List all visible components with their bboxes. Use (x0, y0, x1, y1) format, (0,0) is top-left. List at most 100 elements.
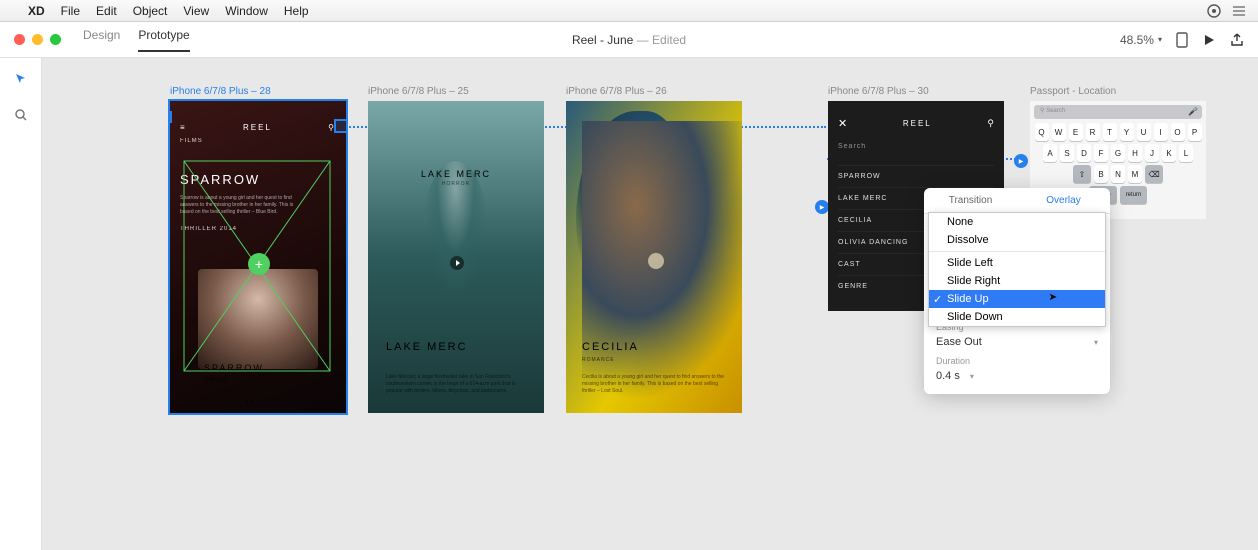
shift-key-icon: ⇧ (1073, 165, 1091, 183)
play-icon (450, 256, 464, 270)
cursor-icon: ➤ (1049, 292, 1057, 303)
key: Y (1120, 123, 1134, 141)
doc-status: Edited (652, 33, 686, 47)
menu-item: SPARROW (838, 165, 994, 187)
menu-file[interactable]: File (61, 4, 80, 18)
search-field: ⚲ Search 🎤 (1034, 105, 1202, 119)
key: I (1154, 123, 1168, 141)
key: N (1111, 165, 1125, 183)
artboard-label[interactable]: iPhone 6/7/8 Plus – 30 (828, 86, 1004, 97)
play-preview-icon[interactable] (1202, 33, 1216, 47)
close-icon: ✕ (838, 117, 847, 130)
macos-menubar: XD File Edit Object View Window Help (0, 0, 1258, 22)
menu-help[interactable]: Help (284, 4, 309, 18)
key: E (1069, 123, 1083, 141)
key: H (1128, 144, 1142, 162)
menu-object[interactable]: Object (133, 4, 168, 18)
dropdown-option[interactable]: None (929, 213, 1105, 231)
key: U (1137, 123, 1151, 141)
menu-edit[interactable]: Edit (96, 4, 117, 18)
artboard-26[interactable]: iPhone 6/7/8 Plus – 26 CECILIA ROMANCE C… (566, 86, 742, 413)
film-sub-top: HORROR (368, 181, 544, 187)
artboard-28[interactable]: iPhone 6/7/8 Plus – 28 ≡ REEL ⚲ FILMS SP… (170, 86, 346, 413)
dropdown-option[interactable]: Dissolve (929, 231, 1105, 249)
wire-node[interactable] (1014, 154, 1028, 168)
dropdown-option-selected[interactable]: Slide Up ➤ (929, 290, 1105, 308)
keyboard-row: A S D F G H J K L (1034, 144, 1202, 162)
key: S (1060, 144, 1074, 162)
select-tool-icon[interactable] (12, 70, 30, 88)
key: T (1103, 123, 1117, 141)
key: D (1077, 144, 1091, 162)
canvas[interactable]: iPhone 6/7/8 Plus – 28 ≡ REEL ⚲ FILMS SP… (42, 58, 1258, 550)
home-flag-icon[interactable] (170, 111, 172, 123)
search-icon: ⚲ (987, 118, 994, 129)
document-title: Reel - June — Edited (572, 33, 686, 47)
keyboard-row: ⇧ B N M ⌫ (1034, 165, 1202, 183)
menu-view[interactable]: View (183, 4, 209, 18)
backspace-key-icon: ⌫ (1145, 165, 1163, 183)
menu-extras-icon[interactable] (1232, 4, 1246, 18)
key: K (1162, 144, 1176, 162)
dropdown-option[interactable]: Slide Down (929, 308, 1105, 326)
minimize-window-button[interactable] (32, 34, 43, 45)
brand-text: REEL (903, 119, 932, 128)
key: W (1052, 123, 1066, 141)
easing-value: Ease Out (936, 336, 982, 348)
search-tool-icon[interactable] (12, 106, 30, 124)
key: G (1111, 144, 1125, 162)
key: R (1086, 123, 1100, 141)
artboard-frame[interactable]: ≡ REEL ⚲ FILMS SPARROW Sparrow is about … (170, 101, 346, 413)
add-interaction-button[interactable]: + (248, 253, 270, 275)
duration-select[interactable]: 0.4 s ▾ (936, 370, 1098, 382)
device-preview-icon[interactable] (1176, 32, 1188, 48)
easing-select[interactable]: Ease Out ▾ (936, 336, 1098, 348)
key: Q (1035, 123, 1049, 141)
mic-icon: 🎤 (1188, 107, 1198, 116)
wire-node[interactable] (815, 200, 829, 214)
mode-prototype[interactable]: Prototype (138, 28, 189, 52)
film-sub: ROMANCE (582, 357, 615, 363)
artboard-frame[interactable]: CECILIA ROMANCE Cecilia is about a young… (566, 101, 742, 413)
selection-handle[interactable] (334, 119, 346, 133)
chevron-down-icon: ▾ (1094, 338, 1098, 347)
share-icon[interactable] (1230, 33, 1244, 47)
menu-window[interactable]: Window (225, 4, 268, 18)
artboard-label[interactable]: Passport - Location (1030, 86, 1206, 97)
artboard-frame[interactable]: LAKE MERC HORROR LAKE MERC Lake Merced, … (368, 101, 544, 413)
key: P (1188, 123, 1202, 141)
dropdown-option[interactable]: Slide Right (929, 272, 1105, 290)
key: M (1128, 165, 1142, 183)
artboard-label[interactable]: iPhone 6/7/8 Plus – 25 (368, 86, 544, 97)
tab-transition[interactable]: Transition (924, 188, 1017, 213)
tab-overlay[interactable]: Overlay (1017, 188, 1110, 213)
close-window-button[interactable] (14, 34, 25, 45)
doc-name: Reel - June (572, 33, 633, 47)
zoom-control[interactable]: 48.5% ▾ (1120, 33, 1162, 47)
menu-search: Search (838, 136, 994, 157)
left-toolbar (0, 58, 42, 550)
film-title: CECILIA (582, 341, 639, 353)
film-title-bottom: LAKE MERC (386, 341, 468, 353)
duration-label: Duration (936, 356, 1098, 366)
app-titlebar: Design Prototype Reel - June — Edited 48… (0, 22, 1258, 58)
film-desc: Lake Merced, a large freshwater lake in … (386, 374, 526, 395)
duration-value: 0.4 s (936, 370, 960, 382)
artboard-label[interactable]: iPhone 6/7/8 Plus – 28 (170, 86, 346, 97)
window-controls (14, 34, 61, 45)
key: J (1145, 144, 1159, 162)
zoom-value: 48.5% (1120, 33, 1154, 47)
fullscreen-window-button[interactable] (50, 34, 61, 45)
chevron-down-icon: ▾ (970, 372, 974, 381)
chevron-down-icon: ▾ (1158, 35, 1162, 44)
artboard-label[interactable]: iPhone 6/7/8 Plus – 26 (566, 86, 742, 97)
artboard-25[interactable]: iPhone 6/7/8 Plus – 25 LAKE MERC HORROR … (368, 86, 544, 413)
app-name[interactable]: XD (28, 4, 45, 18)
return-key: return (1120, 186, 1148, 204)
dropdown-option[interactable]: Slide Left (929, 251, 1105, 272)
cc-status-icon[interactable] (1206, 3, 1222, 19)
mode-design[interactable]: Design (83, 28, 120, 52)
key: O (1171, 123, 1185, 141)
key: B (1094, 165, 1108, 183)
focus-marker (648, 253, 664, 269)
